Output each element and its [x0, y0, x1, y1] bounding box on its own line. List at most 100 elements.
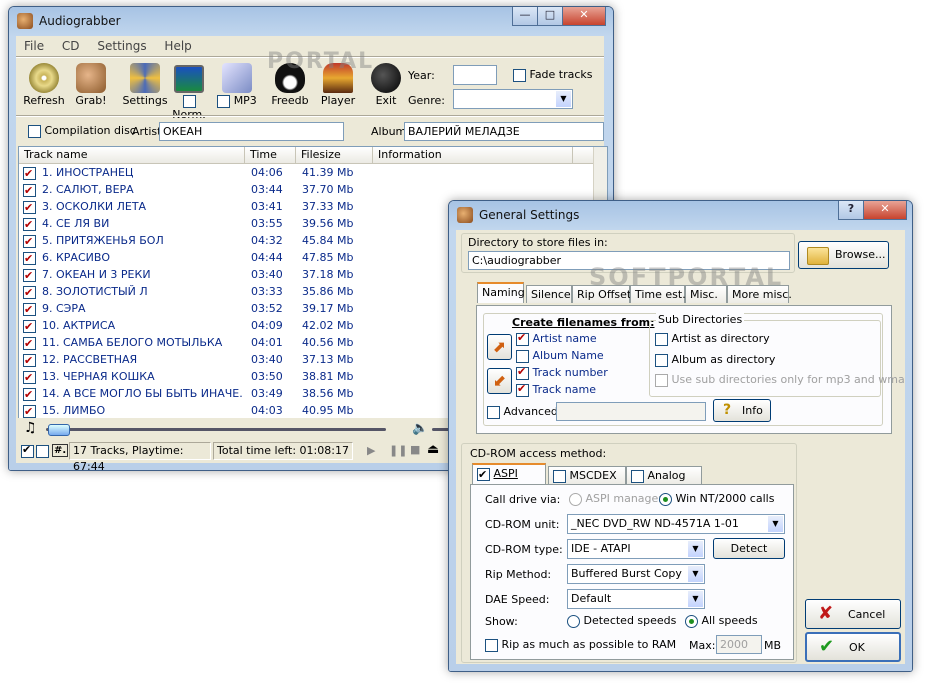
help-button[interactable]: ? — [838, 201, 864, 220]
artist-input[interactable]: ОКЕАН — [159, 122, 344, 141]
advanced-option[interactable]: Advanced — [487, 405, 558, 419]
ok-button[interactable]: ✔ OK — [805, 632, 901, 662]
genre-select[interactable]: ▼ — [453, 89, 573, 109]
browse-button[interactable]: Browse... — [798, 241, 889, 269]
tab-aspi[interactable]: ASPI — [472, 463, 546, 484]
cancel-button[interactable]: ✘ Cancel — [805, 599, 901, 629]
aspi-checkbox[interactable] — [477, 466, 490, 484]
detected-speeds-radio[interactable] — [567, 614, 580, 628]
tab-silence[interactable]: Silence — [526, 285, 572, 303]
eject-icon[interactable]: ⏏ — [427, 442, 439, 457]
pause-icon[interactable]: ❚❚ — [389, 444, 407, 457]
info-button[interactable]: ? Info — [713, 399, 771, 422]
album-as-directory-checkbox[interactable] — [655, 353, 668, 367]
max-input[interactable]: 2000 — [716, 635, 762, 654]
win-nt-radio[interactable] — [659, 492, 672, 506]
track-checkbox[interactable] — [23, 233, 36, 250]
artist-as-directory-option[interactable]: Artist as directory — [655, 332, 770, 346]
aspi-manager-radio[interactable] — [569, 492, 582, 506]
all-speeds-radio[interactable] — [685, 614, 698, 628]
track-checkbox[interactable] — [23, 318, 36, 335]
chevron-down-icon[interactable]: ▼ — [556, 91, 571, 107]
select-none-checkbox[interactable] — [36, 445, 49, 458]
title-bar[interactable]: Audiograbber — □ ✕ — [9, 7, 613, 35]
compilation-disc-option[interactable]: Compilation disc — [28, 124, 136, 138]
track-checkbox[interactable] — [23, 369, 36, 386]
track-row[interactable]: 2. САЛЮТ, ВЕРА 03:44 37.70 Mb — [19, 181, 594, 199]
track-checkbox[interactable] — [23, 267, 36, 284]
analog-checkbox[interactable] — [631, 469, 644, 483]
normalize-toggle[interactable]: Norm. — [166, 63, 212, 121]
seek-slider[interactable] — [46, 428, 386, 431]
track-checkbox[interactable] — [23, 386, 36, 403]
seek-thumb[interactable] — [48, 424, 70, 436]
track-checkbox[interactable] — [23, 165, 36, 182]
track-row[interactable]: 1. ИНОСТРАНЕЦ 04:06 41.39 Mb — [19, 164, 594, 182]
grab-button[interactable]: Grab! — [68, 63, 114, 107]
filename-item-checkbox[interactable] — [516, 382, 529, 397]
track-checkbox[interactable] — [23, 199, 36, 216]
tab-mscdex[interactable]: MSCDEX — [548, 466, 626, 484]
play-icon[interactable]: ▶ — [367, 444, 375, 457]
maximize-button[interactable]: □ — [537, 7, 563, 26]
advanced-input[interactable] — [556, 402, 706, 421]
aspi-manager-option[interactable]: ASPI manager — [569, 492, 663, 506]
minimize-button[interactable]: — — [512, 7, 538, 26]
settings-button[interactable]: Settings — [122, 63, 168, 107]
dialog-close-button[interactable]: ✕ — [863, 201, 907, 220]
year-input[interactable] — [453, 65, 497, 85]
select-all-checkbox[interactable] — [21, 443, 34, 458]
cdrom-type-select[interactable]: IDE - ATAPI ▼ — [567, 539, 705, 559]
all-speeds-option[interactable]: All speeds — [685, 614, 758, 628]
artist-as-directory-checkbox[interactable] — [655, 332, 668, 346]
track-checkbox[interactable] — [23, 216, 36, 233]
column-information[interactable]: Information — [373, 147, 573, 163]
mp3-toggle[interactable]: MP3 — [214, 63, 260, 108]
menu-cd[interactable]: CD — [62, 39, 80, 53]
chevron-down-icon[interactable]: ▼ — [768, 516, 783, 532]
compilation-disc-checkbox[interactable] — [28, 124, 41, 138]
advanced-checkbox[interactable] — [487, 405, 500, 419]
filename-item-checkbox[interactable] — [516, 331, 529, 346]
menu-file[interactable]: File — [24, 39, 44, 53]
column-time[interactable]: Time — [245, 147, 296, 163]
move-up-button[interactable]: ⬈ — [487, 334, 512, 360]
track-checkbox[interactable] — [23, 250, 36, 267]
rip-ram-option[interactable]: Rip as much as possible to RAM — [485, 638, 676, 652]
menu-help[interactable]: Help — [164, 39, 191, 53]
tab-naming[interactable]: Naming — [477, 282, 525, 303]
filename-item-checkbox[interactable] — [516, 365, 529, 380]
tab-analog[interactable]: Analog — [626, 466, 702, 484]
filename-item[interactable]: Track name — [516, 382, 608, 400]
track-checkbox[interactable] — [23, 301, 36, 318]
rip-ram-checkbox[interactable] — [485, 638, 498, 652]
track-checkbox[interactable] — [23, 284, 36, 301]
rip-method-select[interactable]: Buffered Burst Copy ▼ — [567, 564, 705, 584]
refresh-button[interactable]: Refresh — [21, 63, 67, 107]
filename-item-checkbox[interactable] — [516, 349, 529, 363]
select-number-button[interactable]: #. — [52, 444, 69, 457]
filename-item[interactable]: Album Name — [516, 349, 608, 366]
detect-button[interactable]: Detect — [713, 538, 785, 559]
dae-speed-select[interactable]: Default ▼ — [567, 589, 705, 609]
mp3-checkbox[interactable] — [217, 94, 231, 108]
normalize-checkbox[interactable] — [182, 94, 196, 108]
filename-item[interactable]: Track number — [516, 365, 608, 383]
close-button[interactable]: ✕ — [562, 7, 606, 26]
chevron-down-icon[interactable]: ▼ — [688, 541, 703, 557]
menu-settings[interactable]: Settings — [97, 39, 146, 53]
column-filesize[interactable]: Filesize — [296, 147, 373, 163]
album-input[interactable]: ВАЛЕРИЙ МЕЛАДЗЕ — [404, 122, 604, 141]
win-nt-option[interactable]: Win NT/2000 calls — [659, 492, 774, 506]
mscdex-checkbox[interactable] — [553, 469, 566, 483]
cdrom-unit-select[interactable]: _NEC DVD_RW ND-4571A 1-01 ▼ — [567, 514, 785, 534]
fade-tracks-option[interactable]: Fade tracks — [513, 68, 593, 82]
chevron-down-icon[interactable]: ▼ — [688, 591, 703, 607]
speaker-icon[interactable]: 🔈 — [412, 421, 428, 436]
detected-speeds-option[interactable]: Detected speeds — [567, 614, 676, 628]
chevron-down-icon[interactable]: ▼ — [688, 566, 703, 582]
track-checkbox[interactable] — [23, 403, 36, 419]
track-checkbox[interactable] — [23, 352, 36, 369]
move-down-button[interactable]: ⬋ — [487, 368, 512, 394]
dialog-title-bar[interactable]: General Settings ? ✕ — [449, 201, 912, 229]
